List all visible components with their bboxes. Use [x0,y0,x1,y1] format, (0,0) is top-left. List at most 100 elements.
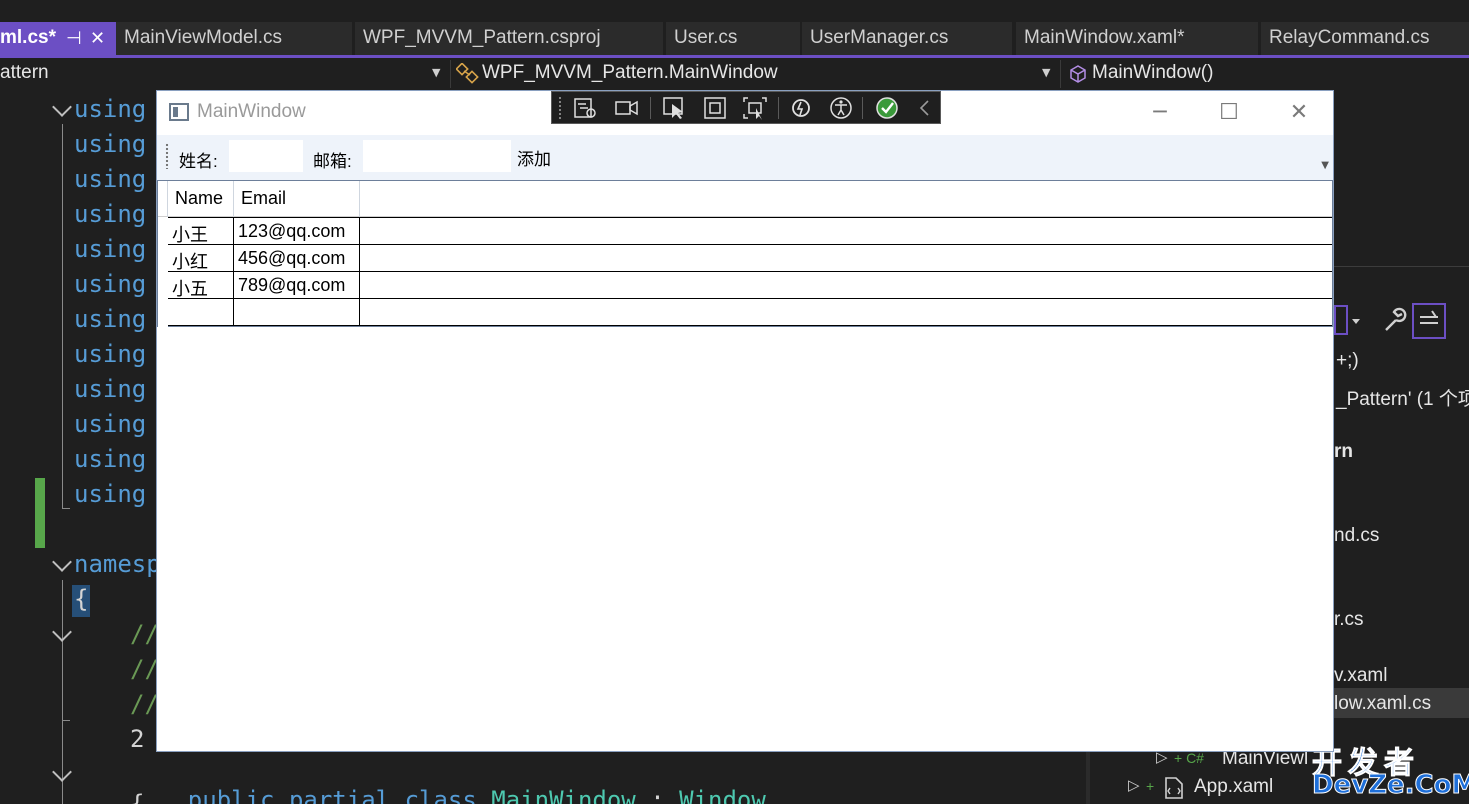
collapse-chevron-icon[interactable] [52,762,72,782]
check-icon[interactable] [874,96,900,120]
code-line-class-declaration: public partial class MainWindow : Window [130,758,766,804]
file-node-selected[interactable]: low.xaml.cs [1334,693,1431,715]
users-datagrid[interactable]: Name Email 小王 123@qq.com 小红 456@qq.com 小… [157,180,1333,327]
tab-csproj[interactable]: WPF_MVVM_Pattern.csproj [355,22,663,55]
code-line-using: using [74,95,147,123]
table-row[interactable]: 小王 123@qq.com [168,217,1332,245]
solution-node[interactable]: _Pattern' (1 个项 [1336,384,1469,411]
collapse-chevron-icon[interactable] [52,622,72,642]
table-row[interactable]: 小五 789@qq.com [168,271,1332,299]
change-indicator [35,478,45,548]
collapse-icon[interactable] [912,96,938,120]
tab-label: WPF_MVVM_Pattern.csproj [363,27,601,48]
minimize-button[interactable]: ─ [1137,95,1183,131]
method-cube-icon [1070,65,1086,83]
code-line-comment: // [130,655,159,683]
divider [650,97,651,119]
cell-email[interactable] [234,299,360,326]
pin-icon[interactable]: ⊣ [66,28,82,49]
input-toolbar: 姓名: 邮箱: 添加 ▼ [157,135,1333,180]
column-header-name[interactable]: Name [168,181,234,217]
member-scope-dropdown[interactable]: MainWindow() [1092,62,1213,84]
code-line-using: using [74,445,147,473]
column-header-email[interactable]: Email [234,181,360,217]
code-line-brace: { [74,585,89,613]
email-input[interactable] [363,140,511,172]
collapse-chevron-icon[interactable] [52,552,72,572]
tab-label: User.cs [674,27,738,48]
file-node[interactable]: App.xaml [1194,776,1273,798]
cell-name[interactable]: 小红 [168,245,234,272]
code-line-using: using [74,130,147,158]
wrench-icon[interactable] [1380,306,1408,334]
expand-arrow-icon[interactable]: ▷ [1128,776,1140,794]
new-item-row[interactable] [168,298,1332,326]
search-text[interactable]: +;) [1336,350,1359,372]
navigation-bar: attern ▼ WPF_MVVM_Pattern.MainWindow ▼ M… [0,58,1469,90]
close-icon[interactable]: ✕ [90,28,105,49]
tab-mainviewmodel[interactable]: MainViewModel.cs [116,22,352,55]
email-label: 邮箱: [313,152,352,171]
close-button[interactable]: ✕ [1276,95,1322,131]
cell-name[interactable] [168,299,234,326]
add-button[interactable]: 添加 [513,143,555,169]
track-focus-icon[interactable] [742,96,768,120]
table-row[interactable]: 小红 456@qq.com [168,244,1332,272]
record-icon[interactable] [614,96,640,120]
file-node[interactable]: r.cs [1334,609,1364,631]
hot-reload-icon[interactable] [788,96,814,120]
toolbar-grip[interactable] [558,96,562,120]
row-header-corner [158,181,168,217]
cell-email[interactable]: 789@qq.com [234,272,360,299]
project-node[interactable]: rn [1334,441,1353,463]
tab-label: ml.cs* [0,27,56,48]
cell-name[interactable]: 小五 [168,272,234,299]
chevron-down-icon[interactable]: ▼ [432,66,440,79]
maximize-button[interactable]: ☐ [1206,95,1252,131]
base-class-name: Window [679,786,766,804]
code-line-number: 2 [130,725,145,753]
tab-label: MainViewModel.cs [124,27,283,48]
tab-mainwindow-xaml[interactable]: MainWindow.xaml* [1016,22,1258,55]
code-line-using: using [74,200,147,228]
preview-selected-item-button[interactable] [1412,303,1446,339]
chevron-down-icon[interactable]: ▼ [1042,66,1050,79]
select-element-icon[interactable] [662,96,688,120]
class-scope-dropdown[interactable]: WPF_MVVM_Pattern.MainWindow [482,62,778,84]
code-line-comment: // [130,620,159,648]
keyword-public: public [187,786,275,804]
file-node[interactable]: v.xaml [1334,665,1387,687]
cell-email[interactable]: 123@qq.com [234,218,360,245]
tab-usermanager[interactable]: UserManager.cs [802,22,1012,55]
document-tabs-bar: ml.cs* ⊣ ✕ MainViewModel.cs WPF_MVVM_Pat… [0,0,1469,58]
tab-relaycommand[interactable]: RelayCommand.cs [1261,22,1469,55]
tab-user[interactable]: User.cs [666,22,800,55]
keyword-class: class [404,786,477,804]
cell-name[interactable]: 小王 [168,218,234,245]
tab-label: MainWindow.xaml* [1024,27,1185,48]
colon: : [650,786,665,804]
collapse-chevron-icon[interactable] [52,97,72,117]
code-line-using: using [74,270,147,298]
accessibility-icon[interactable] [828,96,854,120]
divider [450,60,451,88]
code-line-namespace: namesp [74,550,161,578]
code-line-brace: { [130,790,145,804]
project-dropdown[interactable]: attern [0,62,49,84]
file-node[interactable]: nd.cs [1334,525,1379,547]
code-line-using: using [74,235,147,263]
toolbar-grip[interactable] [165,143,169,169]
divider [778,97,779,119]
display-adorners-icon[interactable] [702,96,728,120]
name-input[interactable] [229,140,303,172]
view-dropdown-icon[interactable] [1334,304,1364,338]
code-line-using: using [74,480,147,508]
tab-label: RelayCommand.cs [1269,27,1430,48]
live-visual-tree-icon[interactable] [572,96,598,120]
xaml-file-icon [1165,777,1183,799]
window-app-icon [169,103,189,121]
tab-mainwindow-xaml-cs[interactable]: ml.cs* ⊣ ✕ [0,22,116,55]
toolbar-overflow-icon[interactable]: ▼ [1321,160,1329,171]
cell-email[interactable]: 456@qq.com [234,245,360,272]
tab-label: UserManager.cs [810,27,949,48]
